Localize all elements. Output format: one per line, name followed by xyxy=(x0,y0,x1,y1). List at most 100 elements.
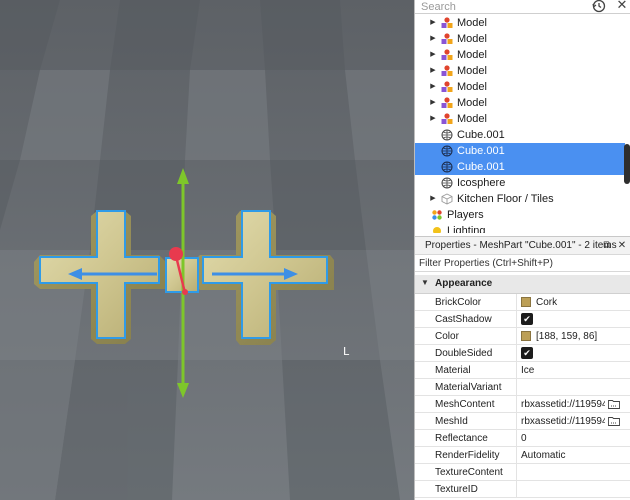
property-row[interactable]: DoubleSided ✔ xyxy=(415,345,630,362)
tree-item-label: Model xyxy=(457,49,487,61)
property-row[interactable]: CastShadow ✔ xyxy=(415,311,630,328)
z-handle-back[interactable] xyxy=(182,289,188,295)
tree-item-lighting[interactable]: Lighting xyxy=(415,223,625,233)
property-value[interactable]: Cork xyxy=(536,297,620,308)
property-row[interactable]: TextureID xyxy=(415,481,630,498)
property-row[interactable]: MeshId rbxassetid://1195945 xyxy=(415,413,630,430)
explorer-scrollbar[interactable] xyxy=(624,144,630,184)
tree-item-players[interactable]: Players xyxy=(415,207,625,223)
column-divider xyxy=(516,413,517,430)
tree-item-meshpart[interactable]: Icosphere xyxy=(415,175,625,191)
expand-arrow-icon[interactable]: ▶ xyxy=(429,95,437,111)
properties-list: BrickColor Cork CastShadow ✔ Color [188,… xyxy=(415,294,630,498)
collapse-arrow-icon[interactable]: ▼ xyxy=(421,278,429,287)
property-row[interactable]: Color [188, 159, 86] xyxy=(415,328,630,345)
tree-item-model[interactable]: ▶ Model xyxy=(415,79,625,95)
property-checkbox[interactable]: ✔ xyxy=(521,347,533,359)
property-value[interactable]: rbxassetid://1195945 xyxy=(521,399,605,410)
property-value[interactable]: 0 xyxy=(521,433,605,444)
property-value[interactable]: Ice xyxy=(521,365,605,376)
meshpart-icon xyxy=(441,177,453,189)
model-icon xyxy=(441,81,453,92)
3d-viewport[interactable]: L xyxy=(0,0,414,500)
tree-item-label: Cube.001 xyxy=(457,129,505,141)
column-divider xyxy=(516,481,517,498)
property-row[interactable]: MaterialVariant xyxy=(415,379,630,396)
tree-item-label: Lighting xyxy=(447,225,486,233)
close-panel-icon[interactable]: ✕ xyxy=(616,239,628,253)
property-row[interactable]: MeshContent rbxassetid://1195945 xyxy=(415,396,630,413)
tree-item-label: Kitchen Floor / Tiles xyxy=(457,193,554,205)
color-swatch[interactable] xyxy=(521,297,531,307)
tree-item-label: Model xyxy=(457,65,487,77)
tree-item-label: Icosphere xyxy=(457,177,506,189)
column-divider xyxy=(516,379,517,396)
properties-filter-input[interactable] xyxy=(419,257,624,270)
tree-item-label: Model xyxy=(457,33,487,45)
tree-item-label: Model xyxy=(457,97,487,109)
column-divider xyxy=(516,362,517,379)
folder-icon[interactable] xyxy=(608,416,620,426)
model-icon xyxy=(441,97,453,108)
tree-item-label: Model xyxy=(457,81,487,93)
cube-outline-icon xyxy=(441,193,453,205)
viewport-scene[interactable] xyxy=(0,0,414,500)
column-divider xyxy=(516,396,517,413)
tree-item-model[interactable]: ▶ Model xyxy=(415,95,625,111)
property-name: MeshContent xyxy=(435,399,495,410)
tree-item-folder[interactable]: ▶ Kitchen Floor / Tiles xyxy=(415,191,625,207)
column-divider xyxy=(516,430,517,447)
tree-item-model[interactable]: ▶ Model xyxy=(415,111,625,127)
explorer-search-input[interactable] xyxy=(421,0,581,13)
close-icon[interactable]: ✕ xyxy=(615,0,629,14)
property-row[interactable]: BrickColor Cork xyxy=(415,294,630,311)
tree-item-model[interactable]: ▶ Model xyxy=(415,15,625,31)
property-row[interactable]: TextureContent xyxy=(415,464,630,481)
dock-icon[interactable]: ⧉ xyxy=(601,239,613,253)
property-row[interactable]: Material Ice xyxy=(415,362,630,379)
tree-item-model[interactable]: ▶ Model xyxy=(415,31,625,47)
model-icon xyxy=(441,17,453,28)
section-appearance[interactable]: ▼ Appearance xyxy=(415,275,630,294)
history-icon[interactable] xyxy=(591,0,607,14)
expand-arrow-icon[interactable]: ▶ xyxy=(429,47,437,63)
tree-item-label: Model xyxy=(457,113,487,125)
expand-arrow-icon[interactable]: ▶ xyxy=(429,111,437,127)
lighting-icon xyxy=(433,227,441,233)
tree-item-label: Model xyxy=(457,17,487,29)
column-divider xyxy=(516,311,517,328)
property-name: Color xyxy=(435,331,459,342)
property-name: BrickColor xyxy=(435,297,482,308)
expand-arrow-icon[interactable]: ▶ xyxy=(429,63,437,79)
mouse-cursor-icon: L xyxy=(343,345,350,358)
column-divider xyxy=(516,328,517,345)
model-icon xyxy=(441,113,453,124)
tree-item-meshpart-selected[interactable]: Cube.001 xyxy=(415,143,625,159)
explorer-tree: ▶ Model ▶ Model ▶ Model ▶ Model ▶ Model … xyxy=(415,15,625,233)
explorer-search-bar: ✕ xyxy=(415,0,630,14)
tree-item-model[interactable]: ▶ Model xyxy=(415,63,625,79)
folder-icon[interactable] xyxy=(608,399,620,409)
property-name: MeshId xyxy=(435,416,468,427)
tree-item-meshpart-selected[interactable]: Cube.001 xyxy=(415,159,625,175)
tree-item-meshpart[interactable]: Cube.001 xyxy=(415,127,625,143)
tree-item-model[interactable]: ▶ Model xyxy=(415,47,625,63)
property-value[interactable]: rbxassetid://1195945 xyxy=(521,416,605,427)
property-name: TextureContent xyxy=(435,467,503,478)
property-value[interactable]: Automatic xyxy=(521,450,605,461)
expand-arrow-icon[interactable]: ▶ xyxy=(429,31,437,47)
color-swatch[interactable] xyxy=(521,331,531,341)
property-row[interactable]: Reflectance 0 xyxy=(415,430,630,447)
property-name: Reflectance xyxy=(435,433,488,444)
properties-header: Properties - MeshPart "Cube.001" - 2 ite… xyxy=(415,236,630,255)
property-value[interactable]: [188, 159, 86] xyxy=(536,331,620,342)
z-handle[interactable] xyxy=(169,247,183,261)
property-checkbox[interactable]: ✔ xyxy=(521,313,533,325)
properties-filter-bar xyxy=(415,255,630,272)
section-label: Appearance xyxy=(435,278,493,289)
expand-arrow-icon[interactable]: ▶ xyxy=(429,79,437,95)
expand-arrow-icon[interactable]: ▶ xyxy=(429,191,437,207)
column-divider xyxy=(516,345,517,362)
expand-arrow-icon[interactable]: ▶ xyxy=(429,15,437,31)
property-row[interactable]: RenderFidelity Automatic xyxy=(415,447,630,464)
